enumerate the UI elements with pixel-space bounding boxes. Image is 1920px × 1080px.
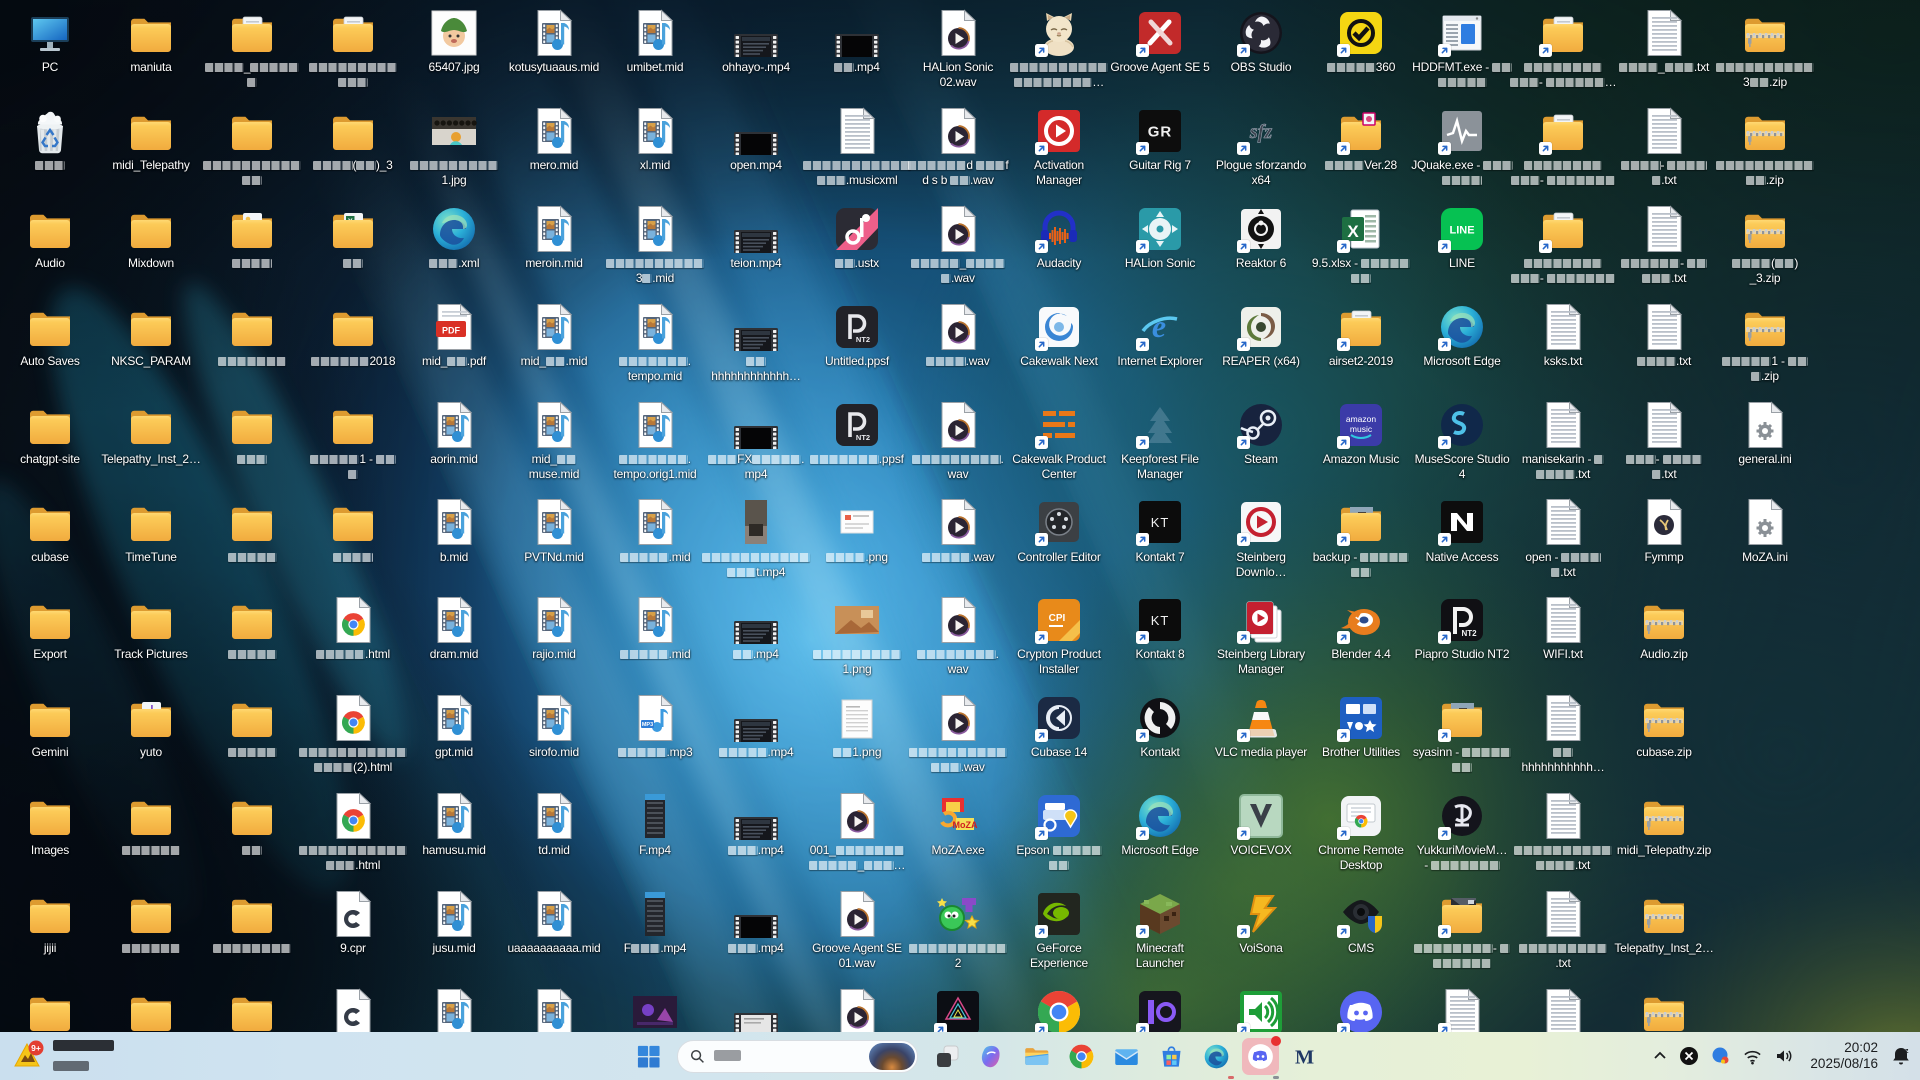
svg-text:9+: 9+ xyxy=(31,1043,41,1053)
svg-text:M: M xyxy=(1295,1046,1314,1068)
svg-text:sfz: sfz xyxy=(1249,121,1272,143)
svg-text:MP3: MP3 xyxy=(642,722,653,728)
svg-text:X: X xyxy=(1347,222,1359,241)
svg-text:NT2: NT2 xyxy=(1461,629,1477,638)
svg-text:KT: KT xyxy=(1151,613,1170,628)
svg-text:MoZA: MoZA xyxy=(953,820,978,830)
svg-text:CPI: CPI xyxy=(1049,613,1066,624)
svg-text:NT2: NT2 xyxy=(856,433,870,442)
svg-text:e: e xyxy=(1152,308,1166,344)
svg-text:z: z xyxy=(1905,1048,1909,1055)
svg-text:NT2: NT2 xyxy=(856,335,870,344)
svg-text:GR: GR xyxy=(1148,124,1173,141)
svg-text:amazon: amazon xyxy=(1346,414,1377,424)
svg-text:music: music xyxy=(1350,424,1373,434)
svg-text:KT: KT xyxy=(1151,515,1170,530)
svg-text:PDF: PDF xyxy=(442,326,461,336)
svg-text:LINE: LINE xyxy=(1449,225,1474,237)
